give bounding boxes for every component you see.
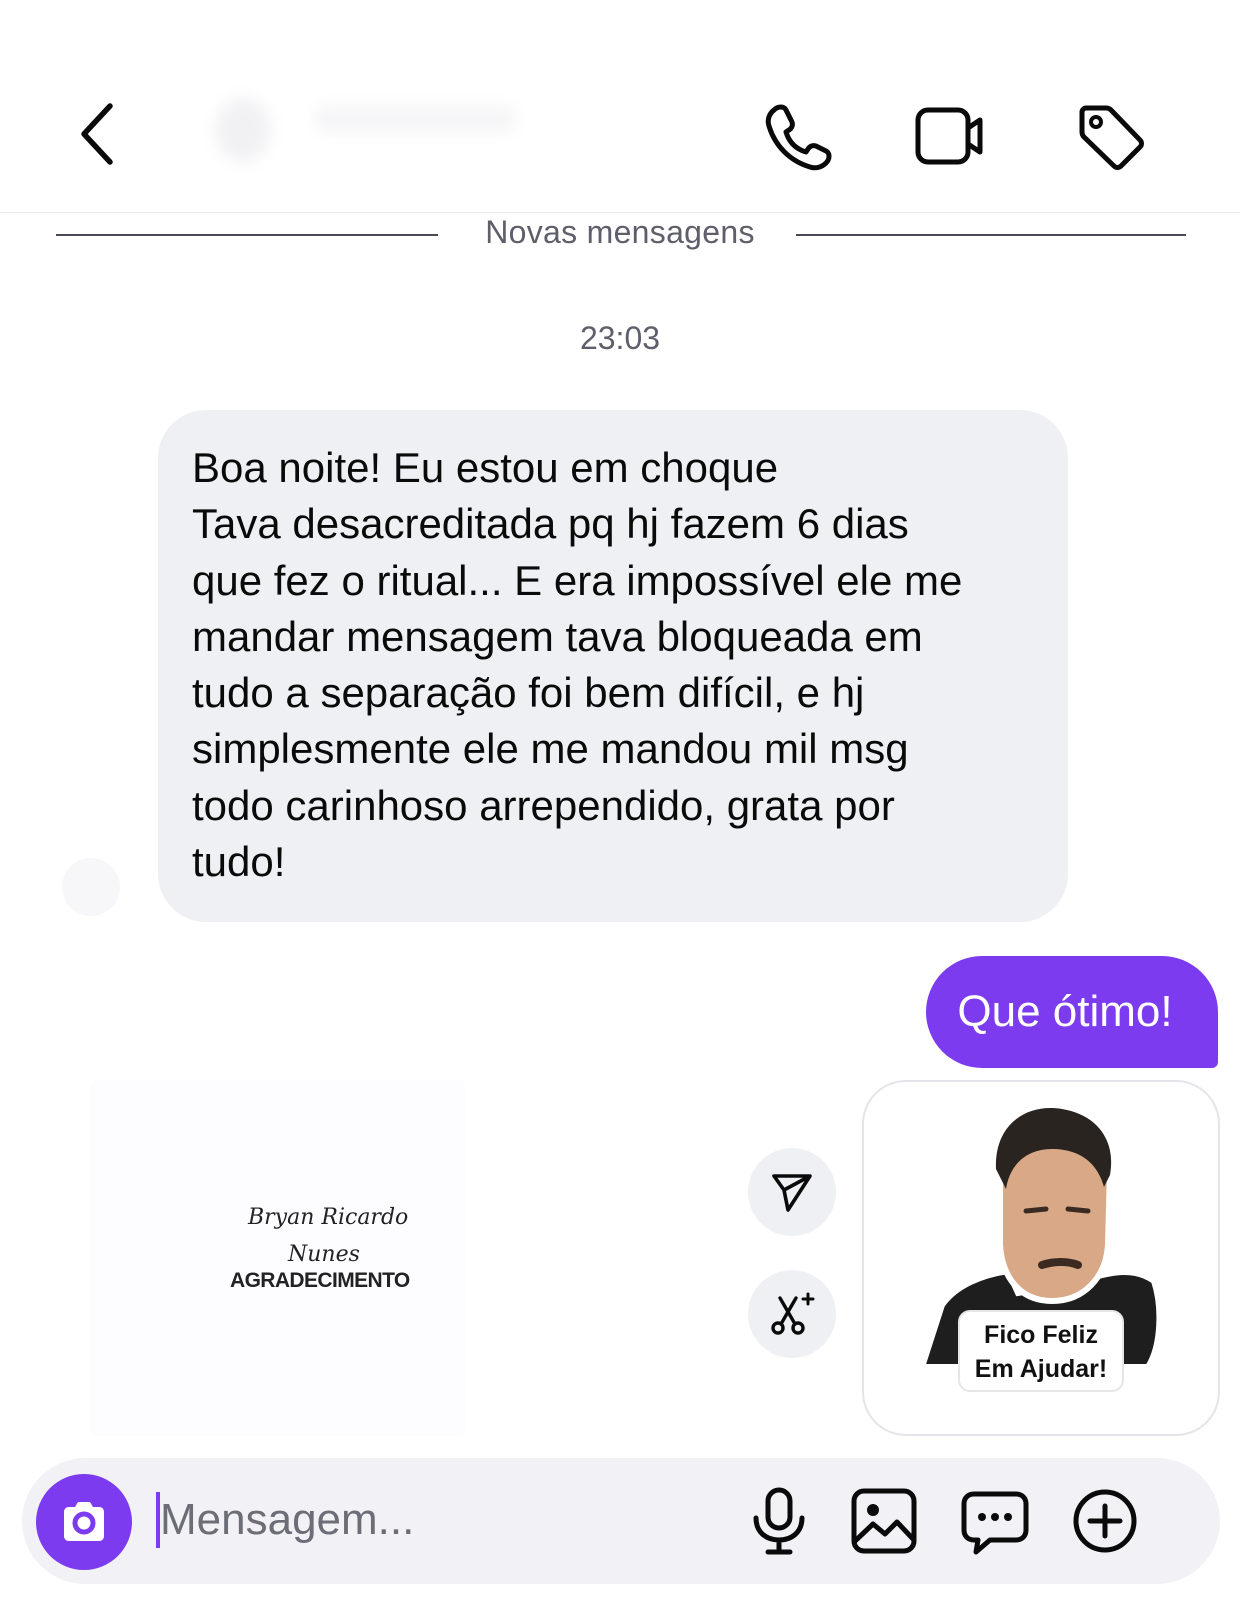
sender-avatar [62, 858, 120, 916]
tag-icon [1079, 105, 1144, 170]
incoming-message-bubble[interactable]: Boa noite! Eu estou em choque Tava desac… [158, 410, 1068, 922]
contact-profile-blurred[interactable] [215, 92, 535, 172]
card-caption: AGRADECIMENTO [230, 1269, 410, 1292]
phone-icon [765, 104, 832, 171]
image-icon [851, 1488, 917, 1554]
sticker-caption-line-1: Fico Feliz [984, 1321, 1098, 1349]
video-camera-icon [915, 107, 983, 165]
message-line: Tava desacreditada pq hj fazem 6 dias [192, 500, 909, 548]
new-messages-divider-left [56, 234, 438, 236]
gallery-button[interactable] [849, 1486, 919, 1556]
message-line: todo carinhoso arrependido, grata por [192, 781, 895, 829]
video-call-button[interactable] [914, 100, 986, 172]
message-line: Boa noite! Eu estou em choque [192, 444, 779, 491]
message-line: tudo a separação foi bem difícil, e hj [192, 669, 865, 717]
send-icon [772, 1174, 812, 1212]
back-button[interactable] [62, 100, 134, 172]
signature-line-1: Bryan Ricardo [248, 1205, 409, 1230]
message-line: mandar mensagem tava bloqueada em [192, 612, 923, 660]
message-input[interactable] [160, 1488, 720, 1552]
new-messages-label: Novas mensagens [485, 214, 755, 250]
camera-icon [64, 1502, 104, 1541]
signature-line-2: Nunes [288, 1242, 360, 1267]
tag-button[interactable] [1074, 100, 1146, 172]
new-messages-divider-right [796, 234, 1186, 236]
sticker-caption: Fico Feliz Em Ajudar! [958, 1310, 1124, 1392]
chat-header [0, 0, 1240, 213]
share-button[interactable] [748, 1148, 836, 1236]
scissors-sparkle-icon [771, 1292, 815, 1335]
message-timestamp: 23:03 [579, 320, 661, 356]
shared-image-card[interactable] [90, 1080, 466, 1436]
plus-circle-icon [1073, 1489, 1137, 1553]
contact-name-redacted [315, 106, 515, 132]
chat-button[interactable] [960, 1486, 1030, 1556]
message-line: tudo! [192, 838, 286, 886]
sticker-caption-line-2: Em Ajudar! [974, 1355, 1108, 1383]
message-line: que fez o ritual... E era impossível ele… [192, 556, 963, 604]
add-button[interactable] [1070, 1486, 1140, 1556]
audio-call-button[interactable] [760, 100, 832, 172]
camera-button[interactable] [36, 1474, 132, 1570]
microphone-icon [753, 1487, 805, 1555]
chat-bubble-icon [961, 1491, 1029, 1555]
message-line: simplesmente ele me mandou mil msg [192, 725, 909, 773]
chevron-left-icon [81, 103, 113, 165]
remix-button[interactable] [748, 1270, 836, 1358]
outgoing-message-bubble[interactable]: Que ótimo! [926, 956, 1218, 1068]
avatar [215, 98, 271, 162]
voice-message-button[interactable] [744, 1486, 814, 1556]
